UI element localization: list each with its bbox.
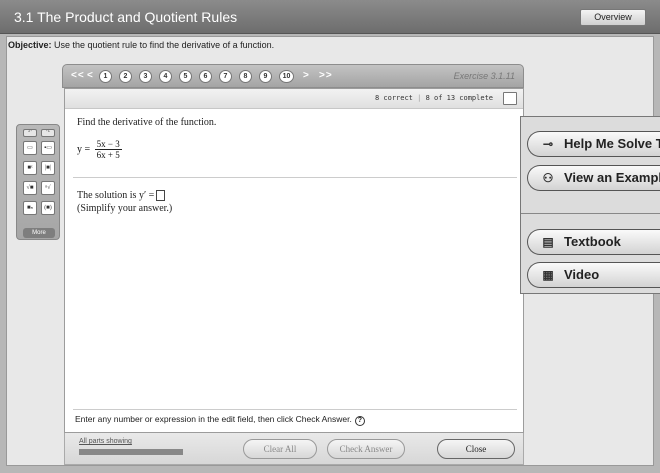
- solution-prefix: The solution is y′ =: [77, 190, 155, 201]
- exponent-icon[interactable]: ■ˣ: [23, 161, 37, 175]
- print-icon[interactable]: [503, 92, 517, 105]
- exercise-3-button[interactable]: 3: [139, 70, 152, 83]
- binoculars-icon: ⚇: [542, 171, 554, 185]
- help-me-solve-button[interactable]: ⊸ Help Me Solve This: [527, 131, 660, 157]
- score-status: 8 correct | 8 of 13 complete: [375, 94, 493, 102]
- view-example-button[interactable]: ⚇ View an Example: [527, 165, 660, 191]
- exercise-1-button[interactable]: 1: [99, 70, 112, 83]
- help-me-solve-label: Help Me Solve This: [564, 136, 660, 151]
- fraction-icon[interactable]: ▭: [23, 141, 37, 155]
- footer-bar: All parts showing Clear All Check Answer…: [64, 433, 524, 465]
- parts-progress-fill: [80, 450, 182, 454]
- equation-lhs: y =: [77, 143, 91, 155]
- status-separator: |: [417, 94, 422, 102]
- exercise-number: Exercise 3.1.11: [453, 71, 515, 81]
- status-bar: 8 correct | 8 of 13 complete: [65, 89, 523, 109]
- parentheses-icon[interactable]: (■): [41, 201, 55, 215]
- window-title: 3.1 The Product and Quotient Rules: [14, 9, 238, 25]
- clear-all-button[interactable]: Clear All: [243, 439, 317, 459]
- question-prompt: Find the derivative of the function.: [77, 117, 217, 128]
- answer-input[interactable]: [156, 190, 166, 202]
- divider: [73, 177, 517, 178]
- parts-showing-label[interactable]: All parts showing: [79, 438, 132, 445]
- exercise-5-button[interactable]: 5: [179, 70, 192, 83]
- undo-icon[interactable]: ↶: [23, 129, 37, 137]
- parts-progress-bar: [79, 449, 183, 455]
- textbook-button[interactable]: ▤ Textbook: [527, 229, 660, 255]
- film-icon: ▦: [542, 268, 554, 282]
- textbook-label: Textbook: [564, 234, 621, 249]
- last-exercise-button[interactable]: >>: [319, 70, 333, 81]
- help-panel: ⊸ Help Me Solve This ⚇ View an Example ▤…: [520, 116, 660, 294]
- function-equation: y = 5x − 3 6x + 5: [77, 139, 122, 160]
- exercise-navigation: << < 1 2 3 4 5 6 7 8 9 10 > >> Exercise …: [62, 64, 524, 88]
- view-example-label: View an Example: [564, 170, 660, 185]
- exercise-6-button[interactable]: 6: [199, 70, 212, 83]
- help-question-icon[interactable]: ?: [354, 416, 365, 426]
- exercise-2-button[interactable]: 2: [119, 70, 132, 83]
- subscript-icon[interactable]: ■ₙ: [23, 201, 37, 215]
- hint-message: Enter any number or expression in the ed…: [75, 414, 352, 424]
- objective: Objective: Use the quotient rule to find…: [8, 40, 274, 50]
- question-panel: 8 correct | 8 of 13 complete Find the de…: [64, 88, 524, 433]
- check-answer-button[interactable]: Check Answer: [327, 439, 405, 459]
- key-icon: ⊸: [542, 137, 554, 151]
- close-button[interactable]: Close: [437, 439, 515, 459]
- solution-line: The solution is y′ =: [77, 190, 166, 202]
- hint-divider: [73, 409, 517, 410]
- hint-text: Enter any number or expression in the ed…: [75, 414, 365, 426]
- more-button[interactable]: More: [23, 228, 55, 238]
- mixed-fraction-icon[interactable]: ▪▭: [41, 141, 55, 155]
- prev-exercise-button[interactable]: <: [87, 70, 94, 81]
- next-exercise-button[interactable]: >: [303, 70, 310, 81]
- correct-count: 8 correct: [374, 94, 413, 102]
- exercise-9-button[interactable]: 9: [259, 70, 272, 83]
- redo-icon[interactable]: ↷: [41, 129, 55, 137]
- absolute-value-icon[interactable]: |■|: [41, 161, 55, 175]
- video-label: Video: [564, 267, 600, 282]
- complete-count: 8 of 13 complete: [425, 94, 493, 102]
- book-icon: ▤: [542, 235, 554, 249]
- exercise-4-button[interactable]: 4: [159, 70, 172, 83]
- first-exercise-button[interactable]: <<: [71, 70, 85, 81]
- nth-root-icon[interactable]: ⁿ√: [41, 181, 55, 195]
- simplify-instruction: (Simplify your answer.): [77, 203, 173, 214]
- fraction: 5x − 3 6x + 5: [94, 139, 122, 160]
- exercise-7-button[interactable]: 7: [219, 70, 232, 83]
- square-root-icon[interactable]: √■: [23, 181, 37, 195]
- objective-label: Objective:: [8, 40, 52, 50]
- help-divider: [521, 213, 660, 214]
- title-bar: 3.1 The Product and Quotient Rules Overv…: [0, 0, 660, 34]
- exercise-10-button[interactable]: 10: [279, 70, 294, 83]
- overview-button[interactable]: Overview: [580, 9, 646, 26]
- numerator: 5x − 3: [94, 139, 122, 150]
- math-palette: ↶ ↷ ▭ ▪▭ ■ˣ |■| √■ ⁿ√ ■ₙ (■) More: [16, 124, 60, 240]
- objective-text: Use the quotient rule to find the deriva…: [51, 40, 275, 50]
- video-button[interactable]: ▦ Video: [527, 262, 660, 288]
- exercise-8-button[interactable]: 8: [239, 70, 252, 83]
- denominator: 6x + 5: [96, 150, 120, 160]
